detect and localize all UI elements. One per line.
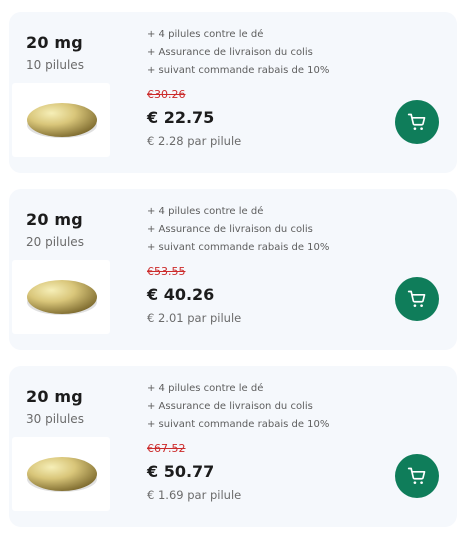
benefit-item: + Assurance de livraison du colis: [147, 224, 313, 235]
dose-label: 20 mg: [26, 33, 83, 52]
add-to-cart-button[interactable]: [395, 454, 439, 498]
pill-image: [12, 437, 110, 511]
pill-count: 20 pilules: [26, 235, 84, 249]
unit-price: € 2.01 par pilule: [147, 311, 242, 325]
old-price: €53.55: [147, 265, 186, 278]
pill-image: [12, 83, 110, 157]
price: € 22.75: [147, 108, 215, 127]
add-to-cart-button[interactable]: [395, 100, 439, 144]
shopping-cart-icon: [407, 113, 426, 130]
pill-icon: [27, 103, 97, 138]
offer-list: 20 mg 10 pilules + 4 pilules contre le d…: [0, 0, 468, 540]
offer-card: 20 mg 20 pilules + 4 pilules contre le d…: [9, 189, 457, 350]
old-price: €67.52: [147, 442, 186, 455]
benefit-item: + suivant commande rabais de 10%: [147, 242, 330, 253]
pill-icon: [27, 280, 97, 315]
offer-card: 20 mg 10 pilules + 4 pilules contre le d…: [9, 12, 457, 173]
pill-image: [12, 260, 110, 334]
benefits-list: + 4 pilules contre le dé + Assurance de …: [147, 26, 329, 80]
price: € 50.77: [147, 462, 215, 481]
shopping-cart-icon: [407, 467, 426, 484]
benefit-item: + suivant commande rabais de 10%: [147, 65, 330, 76]
benefit-item: + suivant commande rabais de 10%: [147, 419, 330, 430]
pill-icon: [27, 457, 97, 492]
benefit-item: + 4 pilules contre le dé: [147, 29, 264, 40]
benefits-list: + 4 pilules contre le dé + Assurance de …: [147, 380, 329, 434]
benefit-item: + Assurance de livraison du colis: [147, 47, 313, 58]
benefit-item: + 4 pilules contre le dé: [147, 206, 264, 217]
old-price: €30.26: [147, 88, 186, 101]
benefits-list: + 4 pilules contre le dé + Assurance de …: [147, 203, 329, 257]
pill-count: 30 pilules: [26, 412, 84, 426]
unit-price: € 2.28 par pilule: [147, 134, 242, 148]
unit-price: € 1.69 par pilule: [147, 488, 242, 502]
pill-count: 10 pilules: [26, 58, 84, 72]
dose-label: 20 mg: [26, 210, 83, 229]
add-to-cart-button[interactable]: [395, 277, 439, 321]
shopping-cart-icon: [407, 290, 426, 307]
benefit-item: + 4 pilules contre le dé: [147, 383, 264, 394]
offer-card: 20 mg 30 pilules + 4 pilules contre le d…: [9, 366, 457, 527]
benefit-item: + Assurance de livraison du colis: [147, 401, 313, 412]
price: € 40.26: [147, 285, 215, 304]
dose-label: 20 mg: [26, 387, 83, 406]
